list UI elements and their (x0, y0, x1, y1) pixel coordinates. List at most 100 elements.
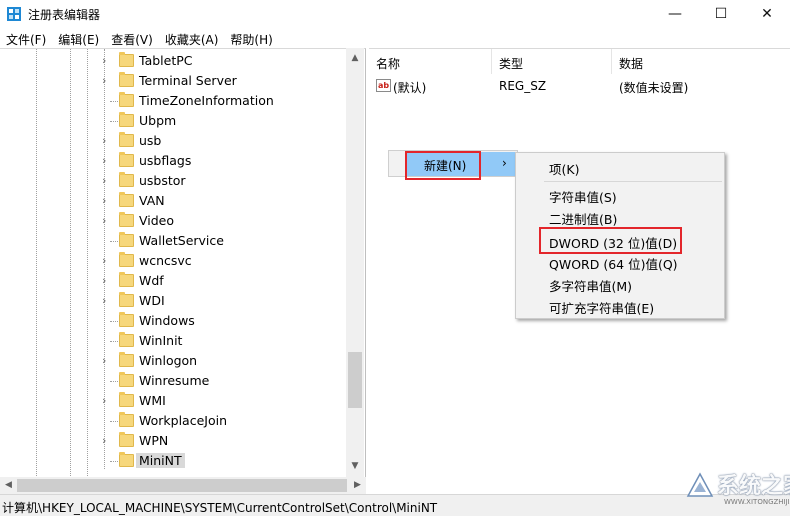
watermark: 系统之家 WWW.XITONGZHIJIA.NET (680, 468, 790, 514)
submenu-item-multi-string[interactable]: 多字符串值(M) (549, 276, 632, 295)
tree-item-label: usbstor (139, 173, 186, 188)
expand-chevron-icon[interactable]: › (102, 215, 112, 227)
scroll-thumb[interactable] (17, 479, 347, 492)
folder-icon (119, 192, 134, 207)
tree-connector (110, 101, 118, 102)
tree-item-label: usbflags (139, 153, 192, 168)
column-header-name[interactable]: 名称 (369, 49, 492, 74)
expand-chevron-icon[interactable]: › (102, 195, 112, 207)
tree-item[interactable]: › TabletPC (0, 51, 345, 71)
folder-icon (119, 92, 134, 107)
tree-item-label: WPN (139, 433, 169, 448)
tree-item[interactable]: › usbstor (0, 171, 345, 191)
tree-item[interactable]: › WDI (0, 291, 345, 311)
tree-item-label: WDI (139, 293, 165, 308)
tree-item[interactable]: Ubpm (0, 111, 345, 131)
expand-chevron-icon[interactable]: › (102, 435, 112, 447)
menu-file[interactable]: 文件(F) (0, 28, 52, 48)
folder-icon (119, 352, 134, 367)
expand-chevron-icon[interactable]: › (102, 355, 112, 367)
folder-icon (119, 432, 134, 447)
submenu-item-string[interactable]: 字符串值(S) (549, 187, 617, 206)
tree-item-label: wcncsvc (139, 253, 192, 268)
column-header-type[interactable]: 类型 (492, 49, 612, 74)
submenu-item-key[interactable]: 项(K) (549, 159, 579, 178)
menu-view[interactable]: 查看(V) (105, 28, 159, 48)
scroll-up-icon[interactable]: ▲ (346, 50, 364, 67)
tree-item[interactable]: › wcncsvc (0, 251, 345, 271)
folder-icon (119, 312, 134, 327)
tree-connector (110, 461, 118, 462)
menu-bar: 文件(F) 编辑(E) 查看(V) 收藏夹(A) 帮助(H) (0, 28, 790, 48)
folder-icon (119, 292, 134, 307)
folder-icon (119, 172, 134, 187)
tree-item-label: WorkplaceJoin (139, 413, 228, 428)
expand-chevron-icon[interactable]: › (102, 295, 112, 307)
close-button[interactable]: ✕ (744, 0, 790, 28)
tree-item[interactable]: › VAN (0, 191, 345, 211)
tree-item[interactable]: › usbflags (0, 151, 345, 171)
menu-favorites[interactable]: 收藏夹(A) (159, 28, 225, 48)
tree-item-label: Windows (139, 313, 195, 328)
tree-item[interactable]: WinInit (0, 331, 345, 351)
tree-item[interactable]: › WPN (0, 431, 345, 451)
scroll-thumb[interactable] (348, 352, 362, 408)
tree-item[interactable]: WalletService (0, 231, 345, 251)
tree-horizontal-scrollbar[interactable]: ◀ ▶ (0, 477, 366, 494)
minimize-button[interactable]: — (652, 0, 698, 28)
expand-chevron-icon[interactable]: › (102, 55, 112, 67)
tree-item-label: WalletService (139, 233, 224, 248)
expand-chevron-icon[interactable]: › (102, 75, 112, 87)
tree-item[interactable]: › Video (0, 211, 345, 231)
watermark-url: WWW.XITONGZHIJIA.NET (724, 498, 790, 506)
expand-chevron-icon[interactable]: › (102, 175, 112, 187)
folder-icon (119, 212, 134, 227)
tree-item[interactable]: › WMI (0, 391, 345, 411)
tree-item-label: usb (139, 133, 162, 148)
tree-connector (110, 381, 118, 382)
scroll-right-icon[interactable]: ▶ (349, 477, 366, 494)
scroll-down-icon[interactable]: ▼ (346, 458, 364, 475)
expand-chevron-icon[interactable]: › (102, 155, 112, 167)
submenu-item-expandable-string[interactable]: 可扩充字符串值(E) (549, 298, 654, 317)
menu-edit[interactable]: 编辑(E) (52, 28, 105, 48)
expand-chevron-icon[interactable]: › (102, 275, 112, 287)
expand-chevron-icon[interactable]: › (102, 395, 112, 407)
submenu-item-qword[interactable]: QWORD (64 位)值(Q) (549, 254, 678, 273)
tree-item-label: WMI (139, 393, 166, 408)
folder-icon (119, 372, 134, 387)
tree-item[interactable]: › usb (0, 131, 345, 151)
submenu-item-binary[interactable]: 二进制值(B) (549, 209, 617, 228)
maximize-button[interactable]: ☐ (698, 0, 744, 28)
tree-item-label: TimeZoneInformation (139, 93, 274, 108)
folder-icon (119, 452, 134, 467)
expand-chevron-icon[interactable]: › (102, 135, 112, 147)
regedit-icon (7, 7, 21, 21)
tree-connector (110, 321, 118, 322)
folder-icon (119, 52, 134, 67)
menu-help[interactable]: 帮助(H) (224, 28, 278, 48)
annotation-highlight-dword (539, 227, 682, 254)
window-title: 注册表编辑器 (28, 8, 101, 22)
submenu-arrow-icon: › (502, 156, 507, 170)
tree-item[interactable]: › Wdf (0, 271, 345, 291)
scroll-left-icon[interactable]: ◀ (0, 477, 17, 494)
column-header-data[interactable]: 数据 (612, 49, 790, 74)
tree-vertical-scrollbar[interactable]: ▲ ▼ (346, 48, 364, 477)
tree-item-label: Winresume (139, 373, 210, 388)
tree-item[interactable]: › Terminal Server (0, 71, 345, 91)
value-row[interactable]: ab (默认) REG_SZ (数值未设置) (369, 76, 790, 96)
tree-item[interactable]: TimeZoneInformation (0, 91, 345, 111)
folder-icon (119, 132, 134, 147)
tree-item[interactable]: WorkplaceJoin (0, 411, 345, 431)
tree-item[interactable]: Windows (0, 311, 345, 331)
key-tree-pane[interactable]: › TabletPC › Terminal Server TimeZoneInforma… (0, 48, 366, 477)
tree-item[interactable]: MiniNT (0, 451, 345, 471)
tree-connector (110, 421, 118, 422)
minimize-icon: — (668, 6, 682, 22)
tree-item[interactable]: Winresume (0, 371, 345, 391)
folder-icon (119, 232, 134, 247)
watermark-logo-icon (686, 472, 714, 497)
expand-chevron-icon[interactable]: › (102, 255, 112, 267)
tree-item[interactable]: › Winlogon (0, 351, 345, 371)
